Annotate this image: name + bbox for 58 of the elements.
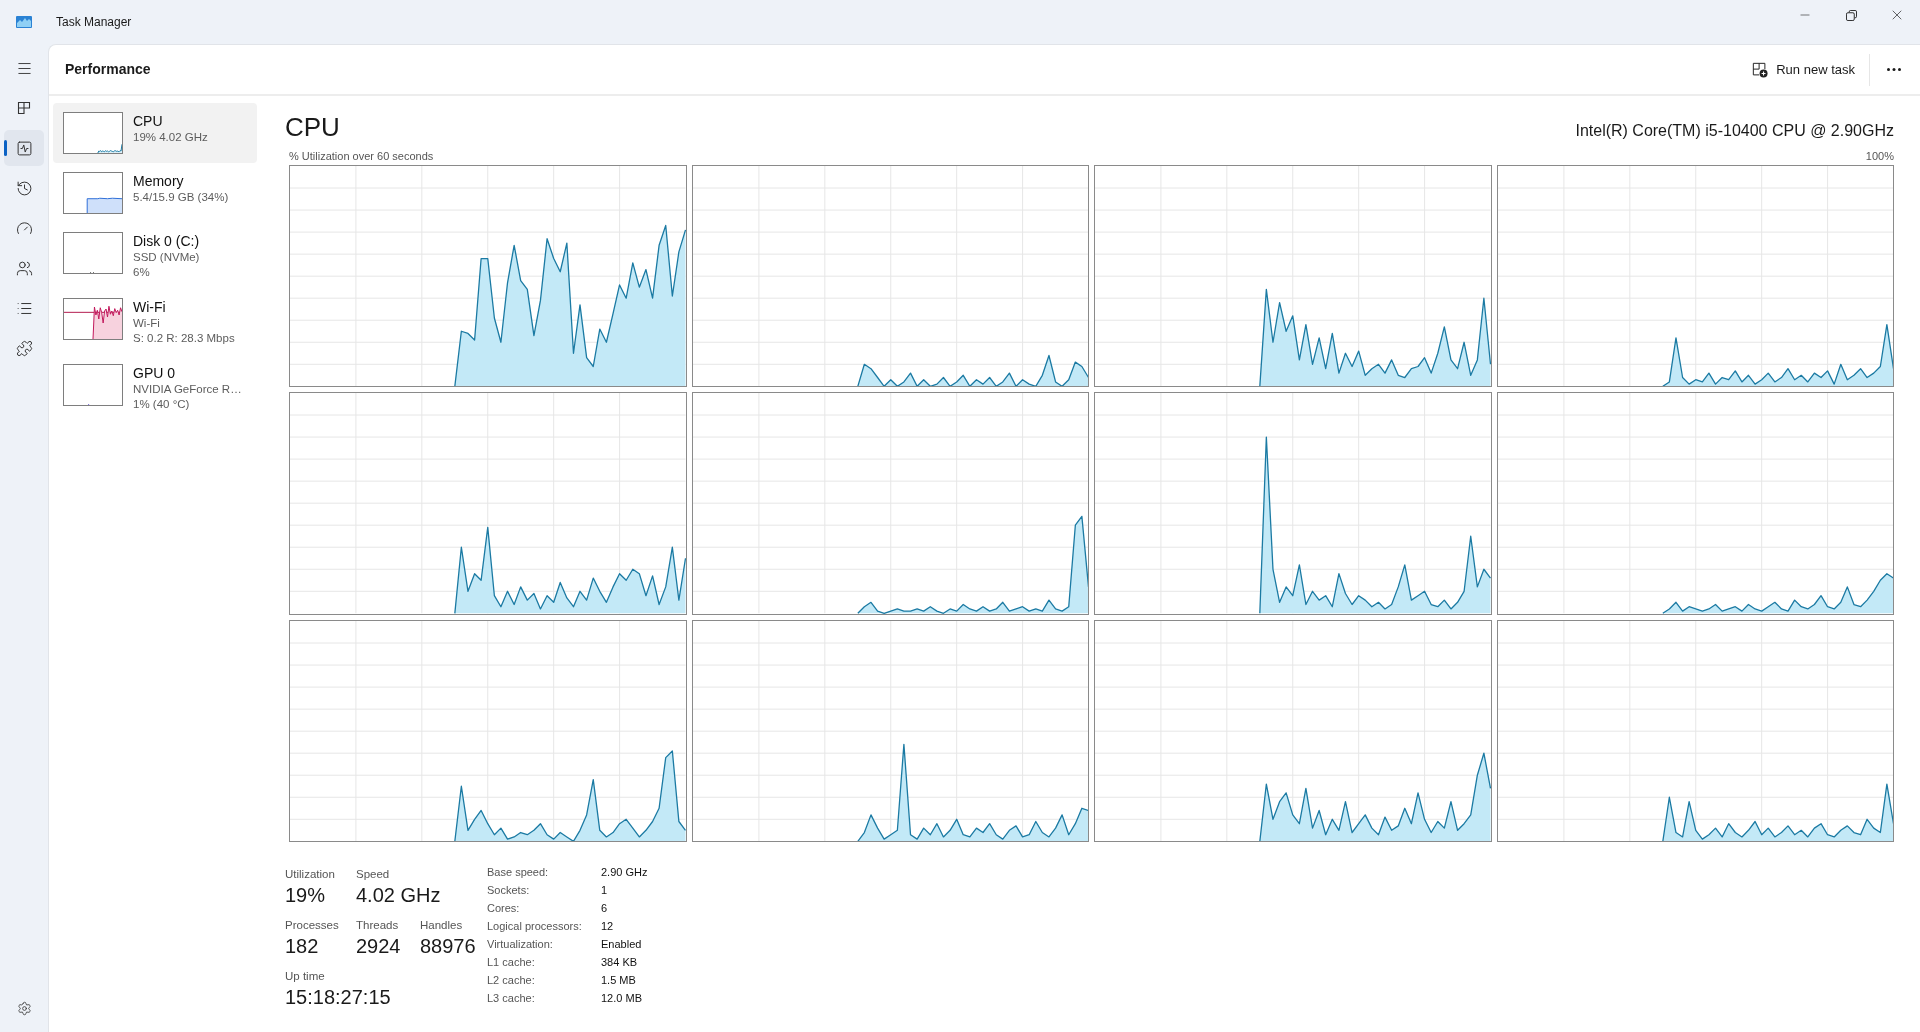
restore-icon: [1845, 9, 1857, 21]
stat-value: 2924: [356, 934, 402, 959]
stat-label: Processes: [285, 918, 339, 933]
spec-value: Enabled: [601, 937, 643, 952]
window-title: Task Manager: [56, 14, 132, 31]
app-logo-icon: [16, 16, 32, 28]
device-list-item[interactable]: Wi-Fi Wi-Fi S: 0.2 R: 28.3 Mbps: [53, 289, 257, 355]
device-list-item[interactable]: Disk 0 (C:) SSD (NVMe) 6%: [53, 223, 257, 289]
history-icon: [15, 179, 33, 197]
nav-button[interactable]: [4, 130, 44, 166]
page-title: Performance: [65, 60, 151, 79]
stat-label: Threads: [356, 918, 399, 933]
spec-value: 1.5 MB: [601, 973, 637, 988]
usage-thumbnail-graph: [63, 364, 123, 406]
grid-icon: [16, 100, 32, 116]
spec-label: Sockets:: [487, 883, 531, 898]
spec-value: 6: [601, 901, 609, 916]
graph-caption: % Utilization over 60 seconds: [289, 149, 434, 163]
stat-label: Speed: [356, 867, 390, 882]
usage-thumbnail-graph: [63, 112, 123, 154]
detail-title: CPU: [285, 111, 340, 143]
more-icon: [1887, 68, 1901, 71]
gauge-icon: [15, 219, 33, 237]
usage-thumbnail-graph: [63, 172, 123, 214]
processor-model: Intel(R) Core(TM) i5-10400 CPU @ 2.90GHz: [1575, 121, 1894, 141]
usage-thumbnail-graph: [63, 232, 123, 274]
stat-value: 182: [285, 934, 320, 959]
graph-max-label: 100%: [1865, 149, 1894, 163]
device-list-item[interactable]: GPU 0 NVIDIA GeForce R… 1% (40 °C): [53, 355, 257, 421]
stat-label: Handles: [420, 918, 463, 933]
spec-value: 384 KB: [601, 955, 639, 970]
device-list-item[interactable]: Memory 5.4/15.9 GB (34%): [53, 163, 257, 223]
device-list-item[interactable]: CPU 19% 4.02 GHz: [53, 103, 257, 163]
selection-indicator: [4, 140, 7, 156]
usage-thumbnail-graph: [63, 298, 123, 340]
stat-value: 15:18:27:15: [285, 985, 392, 1010]
settings-icon: [16, 1000, 32, 1016]
stat-label: Utilization: [285, 867, 335, 882]
spec-label: Cores:: [487, 901, 521, 916]
spec-label: L2 cache:: [487, 973, 536, 988]
spec-value: 12: [601, 919, 615, 934]
spec-label: L1 cache:: [487, 955, 536, 970]
spec-label: L3 cache:: [487, 991, 536, 1006]
spec-label: Base speed:: [487, 865, 550, 880]
stat-value: 19%: [285, 883, 327, 908]
spec-label: Virtualization:: [487, 937, 554, 952]
users-icon: [15, 259, 33, 277]
stat-value: 4.02 GHz: [356, 883, 442, 908]
spec-label: Logical processors:: [487, 919, 583, 934]
stat-value: 88976: [420, 934, 477, 959]
stat-label: Up time: [285, 969, 325, 984]
spec-value: 2.90 GHz: [601, 865, 648, 880]
pulse-square-icon: [15, 139, 33, 157]
spec-value: 1: [601, 883, 609, 898]
spec-value: 12.0 MB: [601, 991, 643, 1006]
run-new-task-button[interactable]: Run new task: [1744, 52, 1863, 87]
new-task-icon: [1752, 61, 1769, 78]
puzzle-icon: [15, 339, 33, 357]
